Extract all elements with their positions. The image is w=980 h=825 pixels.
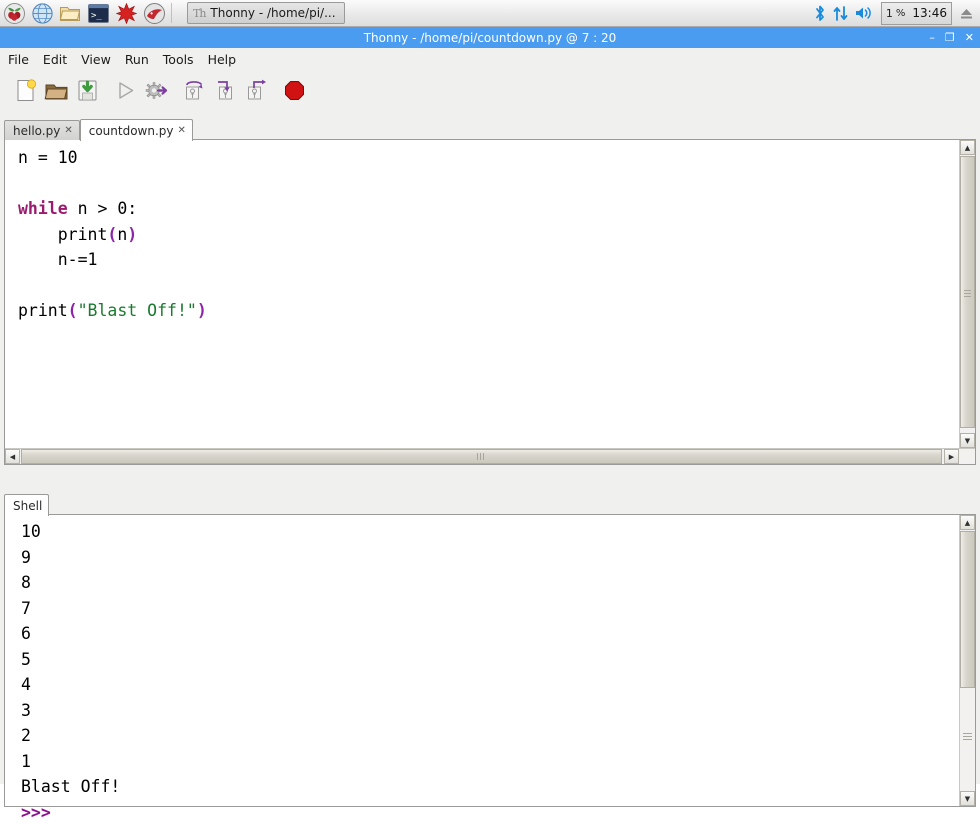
- file-manager-icon[interactable]: [56, 0, 84, 27]
- code-line: while n > 0:: [18, 196, 207, 222]
- taskbar-separator: [171, 3, 172, 23]
- editor-tab-countdown[interactable]: countdown.py ✕: [80, 119, 193, 141]
- system-tray: 1 % 13:46: [814, 0, 980, 27]
- debug-button[interactable]: [141, 75, 172, 106]
- run-button[interactable]: [110, 75, 141, 106]
- shell-vertical-scrollbar[interactable]: ▲ ▼: [959, 515, 975, 806]
- taskbar-window-label: Thonny - /home/pi/...: [210, 6, 335, 20]
- shell-output-line: 4: [21, 672, 120, 698]
- window-controls: – ❐ ✕: [929, 27, 974, 48]
- menu-file[interactable]: File: [8, 52, 29, 67]
- maximize-button[interactable]: ❐: [945, 32, 955, 43]
- code-editor-pane[interactable]: n = 10 while n > 0: print(n) n-=1 print(…: [4, 140, 976, 465]
- scroll-down-arrow[interactable]: ▼: [960, 433, 975, 448]
- minimize-button[interactable]: –: [929, 32, 935, 43]
- shell-output-line: Blast Off!: [21, 774, 120, 800]
- editor-vertical-scrollbar[interactable]: ▲ ▼: [959, 140, 975, 464]
- editor-tab-hello-label: hello.py: [13, 124, 60, 138]
- cpu-unit: %: [896, 8, 906, 19]
- editor-horizontal-scrollbar[interactable]: ◀ ▶: [5, 448, 975, 464]
- cpu-value: 1: [886, 7, 893, 20]
- save-file-button[interactable]: [72, 75, 103, 106]
- shell-output-line: 5: [21, 647, 120, 673]
- editor-vscroll-thumb[interactable]: [960, 156, 975, 428]
- close-icon[interactable]: ✕: [178, 126, 186, 136]
- shell-notebook: Shell 10987654321Blast Off!>>> ▲ ▼: [4, 493, 976, 807]
- volume-icon[interactable]: [855, 5, 874, 21]
- shell-output-line: 2: [21, 723, 120, 749]
- code-line: [18, 171, 207, 197]
- code-line: n-=1: [18, 247, 207, 273]
- code-line: [18, 273, 207, 299]
- menu-run[interactable]: Run: [125, 52, 149, 67]
- toolbar: [0, 70, 980, 111]
- shell-output-line: 9: [21, 545, 120, 571]
- menubar: File Edit View Run Tools Help: [0, 48, 980, 70]
- scroll-up-arrow[interactable]: ▲: [960, 515, 975, 530]
- web-browser-icon[interactable]: [28, 0, 56, 27]
- shell-output-line: 3: [21, 698, 120, 724]
- close-icon[interactable]: ✕: [64, 126, 72, 136]
- terminal-icon[interactable]: >_: [84, 0, 112, 27]
- shell-tab[interactable]: Shell: [4, 494, 49, 516]
- open-file-button[interactable]: [41, 75, 72, 106]
- editor-tab-countdown-label: countdown.py: [89, 124, 174, 138]
- wolfram-icon[interactable]: [140, 0, 168, 27]
- menu-tools[interactable]: Tools: [163, 52, 194, 67]
- code-line: print(n): [18, 222, 207, 248]
- eject-icon[interactable]: [959, 6, 974, 21]
- editor-tab-hello[interactable]: hello.py ✕: [4, 120, 80, 140]
- scroll-left-arrow[interactable]: ◀: [5, 449, 20, 464]
- shell-prompt[interactable]: >>>: [21, 800, 120, 825]
- network-updown-icon[interactable]: [833, 5, 848, 22]
- window-title: Thonny - /home/pi/countdown.py @ 7 : 20: [0, 31, 980, 45]
- shell-tabstrip: Shell: [4, 493, 976, 515]
- menu-edit[interactable]: Edit: [43, 52, 67, 67]
- close-button[interactable]: ✕: [965, 32, 974, 43]
- raspberry-menu-icon[interactable]: [0, 0, 28, 27]
- shell-tab-label: Shell: [13, 499, 42, 513]
- shell-vscroll-thumb[interactable]: [960, 531, 975, 688]
- code-line: print("Blast Off!"): [18, 298, 207, 324]
- scroll-down-arrow[interactable]: ▼: [960, 791, 975, 806]
- cpu-monitor[interactable]: 1 % 13:46: [881, 2, 952, 25]
- step-over-button[interactable]: [179, 75, 210, 106]
- taskbar-window-button-thonny[interactable]: Th Thonny - /home/pi/...: [187, 2, 345, 24]
- stop-button[interactable]: [279, 75, 310, 106]
- bluetooth-icon[interactable]: [814, 5, 826, 22]
- system-taskbar: >_ Th Thonny - /home/pi/...: [0, 0, 980, 27]
- shell-pane[interactable]: 10987654321Blast Off!>>> ▲ ▼: [4, 515, 976, 807]
- shell-output-line: 6: [21, 621, 120, 647]
- scroll-up-arrow[interactable]: ▲: [960, 140, 975, 155]
- editor-notebook: hello.py ✕ countdown.py ✕ n = 10 while n…: [4, 118, 976, 488]
- new-file-button[interactable]: [10, 75, 41, 106]
- shell-output-line: 1: [21, 749, 120, 775]
- step-out-button[interactable]: [241, 75, 272, 106]
- mathematica-icon[interactable]: [112, 0, 140, 27]
- shell-output-line: 7: [21, 596, 120, 622]
- menu-help[interactable]: Help: [208, 52, 237, 67]
- editor-hscroll-thumb[interactable]: [21, 449, 942, 464]
- code-editor-text: n = 10 while n > 0: print(n) n-=1 print(…: [18, 145, 207, 324]
- shell-output-line: 8: [21, 570, 120, 596]
- scroll-right-arrow[interactable]: ▶: [944, 449, 959, 464]
- code-line: n = 10: [18, 145, 207, 171]
- menu-view[interactable]: View: [81, 52, 111, 67]
- step-into-button[interactable]: [210, 75, 241, 106]
- editor-tabstrip: hello.py ✕ countdown.py ✕: [4, 118, 976, 140]
- clock: 13:46: [912, 6, 947, 20]
- window-titlebar: Thonny - /home/pi/countdown.py @ 7 : 20 …: [0, 27, 980, 48]
- thonny-icon: Th: [193, 7, 205, 20]
- thonny-window: Thonny - /home/pi/countdown.py @ 7 : 20 …: [0, 27, 980, 784]
- shell-output-text: 10987654321Blast Off!>>>: [21, 519, 120, 825]
- shell-output-line: 10: [21, 519, 120, 545]
- svg-text:>_: >_: [91, 11, 102, 21]
